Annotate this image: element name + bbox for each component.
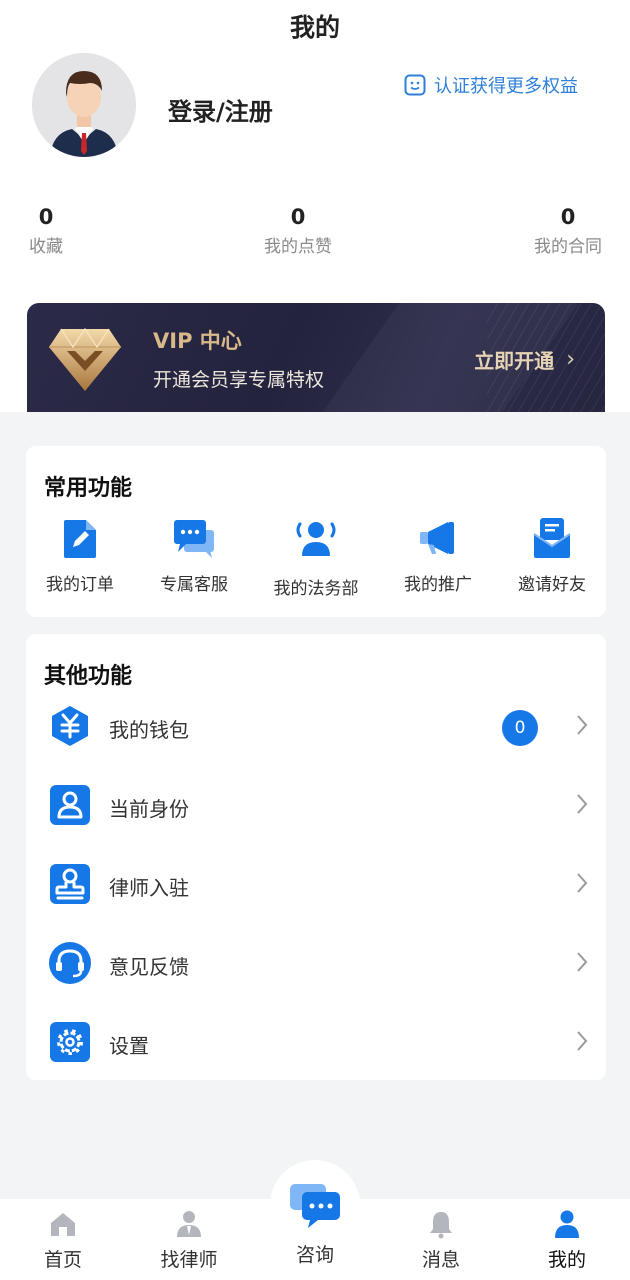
chevron-right-icon <box>577 715 588 735</box>
tab-label: 首页 <box>43 1249 82 1271</box>
verify-link[interactable]: 认证获得更多权益 <box>404 72 578 98</box>
func-label: 我的法务部 <box>273 579 359 599</box>
stat-value: 0 <box>560 205 576 229</box>
profile-header: 我的 登录/注册 认证获得更多权益 0 收藏 0 我的点赞 0 我的合同 VIP… <box>0 0 630 412</box>
stamp-icon <box>50 864 90 904</box>
tab-messages[interactable]: 消息 <box>378 1209 504 1272</box>
func-label: 我的订单 <box>46 575 114 595</box>
bell-icon <box>430 1212 452 1239</box>
stat-favorites[interactable]: 0 收藏 <box>0 204 106 258</box>
func-my-promotion[interactable]: 我的推广 <box>380 516 496 595</box>
chevron-right-icon <box>577 873 588 893</box>
menu-item-settings[interactable]: 设置 <box>26 1004 606 1083</box>
verify-label: 认证获得更多权益 <box>434 76 578 97</box>
login-register-link[interactable]: 登录/注册 <box>168 92 273 127</box>
face-scan-icon <box>404 74 426 96</box>
order-icon <box>64 520 96 558</box>
func-label: 专属客服 <box>160 575 228 595</box>
stat-value: 0 <box>290 205 306 229</box>
avatar[interactable] <box>32 53 136 157</box>
gear-icon <box>50 1022 90 1062</box>
tab-label: 消息 <box>421 1249 460 1271</box>
chevron-right-icon <box>577 794 588 814</box>
func-label: 邀请好友 <box>518 575 586 595</box>
tab-find-lawyer[interactable]: 找律师 <box>126 1209 252 1272</box>
team-icon <box>296 522 336 556</box>
tab-mine[interactable]: 我的 <box>504 1209 630 1272</box>
stat-contracts[interactable]: 0 我的合同 <box>508 204 628 258</box>
chevron-right-icon <box>577 952 588 972</box>
stat-value: 0 <box>38 205 54 229</box>
wallet-icon <box>52 706 88 746</box>
chat-icon <box>174 520 214 558</box>
tab-home[interactable]: 首页 <box>0 1209 126 1272</box>
func-label: 我的推广 <box>404 575 472 595</box>
stat-label: 收藏 <box>29 237 63 257</box>
stat-likes[interactable]: 0 我的点赞 <box>238 204 358 258</box>
chevron-right-icon: › <box>566 347 575 372</box>
func-my-orders[interactable]: 我的订单 <box>22 516 138 595</box>
tab-label: 我的 <box>547 1249 586 1271</box>
consult-icon <box>290 1184 340 1228</box>
menu-label: 律师入驻 <box>109 876 189 900</box>
section-title: 常用功能 <box>44 476 133 501</box>
menu-label: 意见反馈 <box>109 955 189 979</box>
invite-icon <box>533 518 571 558</box>
menu-label: 我的钱包 <box>109 718 189 742</box>
func-legal-department[interactable]: 我的法务部 <box>258 516 374 599</box>
identity-icon <box>50 785 90 825</box>
tab-label: 找律师 <box>160 1249 218 1271</box>
tab-label: 咨询 <box>295 1244 334 1266</box>
menu-label: 设置 <box>109 1034 149 1058</box>
headset-icon <box>49 942 91 984</box>
common-functions-card: 常用功能 我的订单 专属客服 我的法务部 我的推广 邀请好友 <box>26 446 606 617</box>
vip-open-button[interactable]: 立即开通 › <box>474 345 575 374</box>
menu-label: 当前身份 <box>109 797 189 821</box>
stat-label: 我的合同 <box>534 237 602 257</box>
person-icon <box>555 1210 579 1238</box>
vip-subtitle: 开通会员享专属特权 <box>153 369 325 391</box>
stat-label: 我的点赞 <box>264 237 332 257</box>
diamond-icon <box>49 327 121 391</box>
tab-consult[interactable]: 咨询 <box>252 1180 378 1267</box>
func-customer-service[interactable]: 专属客服 <box>136 516 252 595</box>
wallet-count-badge: 0 <box>502 710 538 746</box>
chevron-right-icon <box>577 1031 588 1051</box>
section-title: 其他功能 <box>44 664 133 689</box>
lawyer-icon <box>177 1211 201 1237</box>
home-icon <box>51 1213 75 1236</box>
menu-item-identity[interactable]: 当前身份 <box>26 767 606 846</box>
menu-item-feedback[interactable]: 意见反馈 <box>26 925 606 1004</box>
vip-banner[interactable]: VIP 中心 开通会员享专属特权 立即开通 › <box>27 303 605 412</box>
menu-item-wallet[interactable]: 我的钱包 0 <box>26 688 606 767</box>
func-invite-friends[interactable]: 邀请好友 <box>494 516 610 595</box>
vip-title: VIP 中心 <box>153 329 242 353</box>
default-avatar-icon <box>32 53 136 157</box>
megaphone-icon <box>420 522 454 554</box>
vip-cta-label: 立即开通 <box>474 349 555 373</box>
page-title: 我的 <box>289 13 340 42</box>
menu-item-lawyer-join[interactable]: 律师入驻 <box>26 846 606 925</box>
other-functions-card: 其他功能 我的钱包 0 当前身份 律师入驻 意见反馈 设置 <box>26 634 606 1080</box>
